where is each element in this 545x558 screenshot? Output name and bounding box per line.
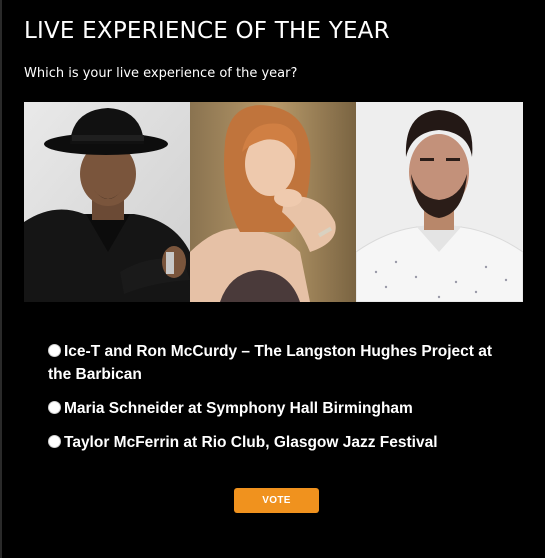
nominee-photo-taylor-mcferrin — [356, 102, 523, 302]
poll-question: Which is your live experience of the yea… — [24, 66, 298, 81]
nominee-photo-maria-schneider — [190, 102, 356, 302]
poll-option-label: Maria Schneider at Symphony Hall Birming… — [64, 400, 413, 417]
radio-button[interactable] — [48, 401, 61, 414]
radio-button[interactable] — [48, 344, 61, 357]
nominee-photos — [24, 102, 523, 302]
radio-button[interactable] — [48, 435, 61, 448]
poll-title: LIVE EXPERIENCE OF THE YEAR — [24, 18, 390, 44]
poll-option-label: Ice-T and Ron McCurdy – The Langston Hug… — [48, 343, 493, 383]
poll-option-label: Taylor McFerrin at Rio Club, Glasgow Jaz… — [64, 434, 438, 451]
poll-option-ice-t[interactable]: Ice-T and Ron McCurdy – The Langston Hug… — [48, 340, 518, 386]
nominee-photo-ice-t — [24, 102, 190, 302]
poll-widget: LIVE EXPERIENCE OF THE YEAR Which is you… — [0, 0, 545, 558]
poll-option-taylor-mcferrin[interactable]: Taylor McFerrin at Rio Club, Glasgow Jaz… — [48, 431, 518, 454]
vote-button[interactable]: VOTE — [234, 488, 319, 513]
poll-option-maria-schneider[interactable]: Maria Schneider at Symphony Hall Birming… — [48, 397, 518, 420]
poll-options: Ice-T and Ron McCurdy – The Langston Hug… — [48, 340, 518, 465]
